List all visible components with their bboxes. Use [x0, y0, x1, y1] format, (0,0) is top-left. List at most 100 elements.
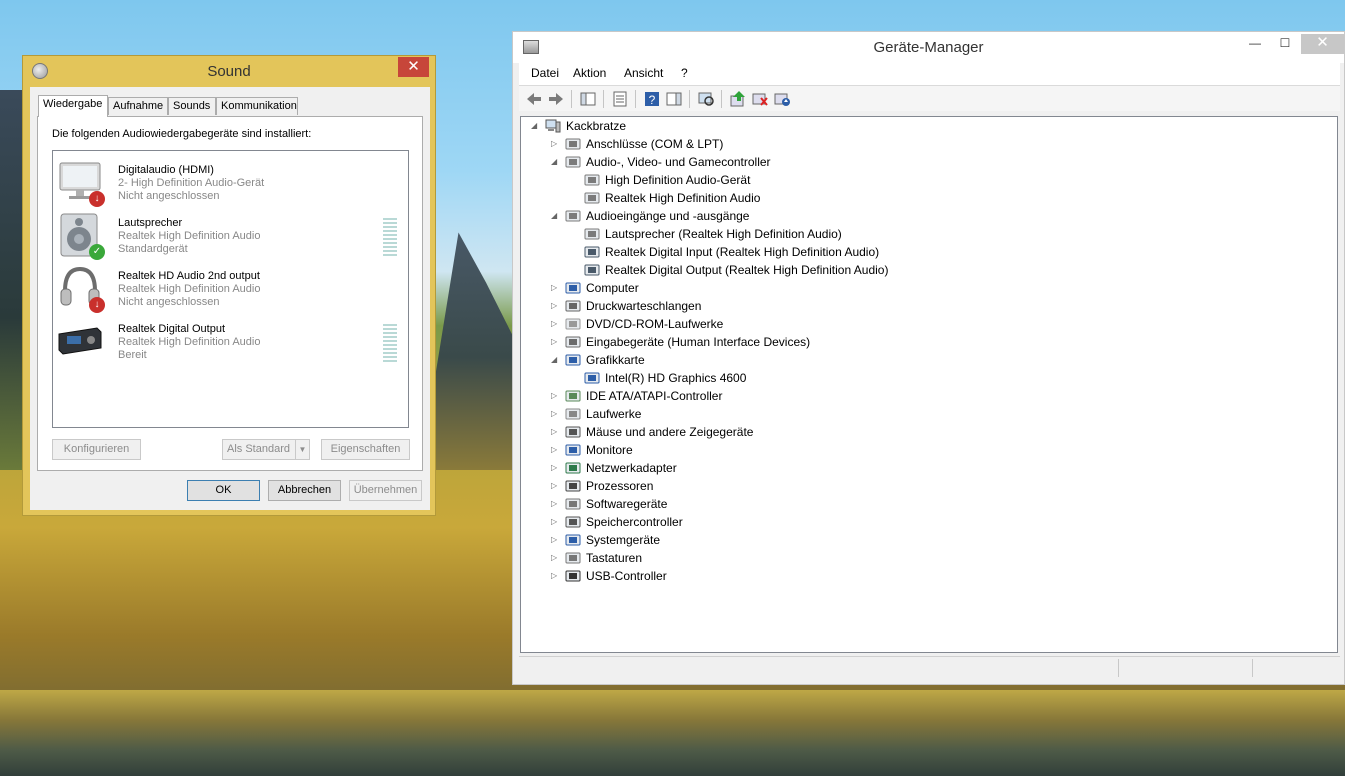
- apply-button[interactable]: Übernehmen: [349, 480, 422, 501]
- collapsed-arrow-icon[interactable]: ▷: [551, 531, 563, 549]
- properties-button[interactable]: Eigenschaften: [321, 439, 410, 460]
- devmgr-titlebar[interactable]: Geräte-Manager — ☐ ✕: [513, 32, 1344, 63]
- playback-panel: Die folgenden Audiowiedergabegeräte sind…: [37, 116, 423, 471]
- software-device-icon: [565, 497, 581, 511]
- collapsed-arrow-icon[interactable]: ▷: [551, 459, 563, 477]
- port-icon: [565, 137, 581, 151]
- set-default-button[interactable]: Als Standard ▼: [222, 439, 310, 460]
- help-icon[interactable]: ?: [643, 90, 661, 108]
- tree-node-label: Prozessoren: [586, 479, 654, 493]
- tree-node-label: DVD/CD-ROM-Laufwerke: [586, 317, 724, 331]
- disable-device-icon[interactable]: [751, 90, 769, 108]
- device-manager-window: Geräte-Manager — ☐ ✕ Datei Aktion Ansich…: [512, 31, 1345, 685]
- collapsed-arrow-icon[interactable]: ▷: [551, 279, 563, 297]
- scan-hardware-icon[interactable]: [697, 90, 715, 108]
- expanded-arrow-icon[interactable]: ◢: [551, 351, 563, 369]
- digital-output-icon: [57, 318, 103, 364]
- collapsed-arrow-icon[interactable]: ▷: [551, 405, 563, 423]
- sound-dialog: Sound ✕ Wiedergabe Aufnahme Sounds Kommu…: [22, 55, 436, 516]
- card-icon: [584, 263, 600, 277]
- tree-node-label: Systemgeräte: [586, 533, 661, 547]
- monitor-icon: ↓: [57, 159, 105, 207]
- update-driver-icon[interactable]: [729, 90, 747, 108]
- chevron-down-icon[interactable]: ▼: [295, 440, 309, 459]
- collapsed-arrow-icon[interactable]: ▷: [551, 315, 563, 333]
- tree-node-label: Laufwerke: [586, 407, 642, 421]
- expanded-arrow-icon[interactable]: ◢: [531, 117, 543, 135]
- toolbar-separator: [721, 90, 722, 108]
- device-driver: Realtek High Definition Audio: [118, 230, 261, 242]
- expanded-arrow-icon[interactable]: ◢: [551, 153, 563, 171]
- devmgr-close-button[interactable]: ✕: [1301, 34, 1344, 54]
- tree-node-label: Audio-, Video- und Gamecontroller: [586, 155, 771, 169]
- toolbar-separator: [635, 90, 636, 108]
- menu-bar: Datei Aktion Ansicht ?: [519, 63, 1340, 85]
- collapsed-arrow-icon[interactable]: ▷: [551, 135, 563, 153]
- device-name: Digitalaudio (HDMI): [118, 164, 214, 176]
- computer-icon: [565, 281, 581, 295]
- back-arrow-icon[interactable]: [525, 90, 543, 108]
- ok-button[interactable]: OK: [187, 480, 260, 501]
- device-list[interactable]: ↓ Digitalaudio (HDMI) 2- High Definition…: [52, 150, 409, 428]
- sound-titlebar[interactable]: Sound ✕: [23, 56, 435, 86]
- status-separator: [1252, 659, 1253, 677]
- collapsed-arrow-icon[interactable]: ▷: [551, 495, 563, 513]
- menu-aktion[interactable]: Aktion: [573, 66, 606, 80]
- device-driver: 2- High Definition Audio-Gerät: [118, 177, 265, 189]
- tree-node-label: High Definition Audio-Gerät: [605, 173, 751, 187]
- tab-aufnahme[interactable]: Aufnahme: [108, 97, 168, 115]
- device-tree[interactable]: ◢ Kackbratze ▷ Anschlüsse (COM & LPT) ◢ Aud…: [520, 116, 1338, 653]
- tree-node-label: Realtek Digital Output (Realtek High Def…: [605, 263, 889, 277]
- configure-button[interactable]: Konfigurieren: [52, 439, 141, 460]
- device-hdmi[interactable]: ↓ Digitalaudio (HDMI) 2- High Definition…: [55, 157, 405, 209]
- device-lautsprecher[interactable]: ✓ Lautsprecher Realtek High Definition A…: [55, 210, 405, 262]
- storage-controller-icon: [565, 515, 581, 529]
- speaker-icon: ✓: [57, 212, 105, 260]
- devmgr-title: Geräte-Manager: [873, 39, 984, 56]
- status-bar: [519, 656, 1340, 678]
- tree-node-label: Grafikkarte: [586, 353, 645, 367]
- card-icon: [584, 245, 600, 259]
- collapsed-arrow-icon[interactable]: ▷: [551, 297, 563, 315]
- tree-node-label: Audioeingänge und -ausgänge: [586, 209, 750, 223]
- speaker-icon: [584, 173, 600, 187]
- device-driver: Realtek High Definition Audio: [118, 283, 261, 295]
- device-digital-output[interactable]: Realtek Digital Output Realtek High Defi…: [55, 316, 405, 368]
- cancel-button[interactable]: Abbrechen: [268, 480, 341, 501]
- collapsed-arrow-icon[interactable]: ▷: [551, 567, 563, 585]
- toolbar-separator: [571, 90, 572, 108]
- toolbar-separator: [689, 90, 690, 108]
- uninstall-device-icon[interactable]: [773, 90, 791, 108]
- forward-arrow-icon[interactable]: [547, 90, 565, 108]
- device-name: Realtek Digital Output: [118, 323, 225, 335]
- minimize-button[interactable]: —: [1240, 34, 1270, 54]
- properties-sheet-icon[interactable]: [611, 90, 629, 108]
- collapsed-arrow-icon[interactable]: ▷: [551, 513, 563, 531]
- collapsed-arrow-icon[interactable]: ▷: [551, 549, 563, 567]
- menu-help[interactable]: ?: [681, 66, 688, 80]
- tab-wiedergabe[interactable]: Wiedergabe: [38, 95, 108, 117]
- tree-node-label: Realtek High Definition Audio: [605, 191, 761, 205]
- tree-node-label: Intel(R) HD Graphics 4600: [605, 371, 747, 385]
- collapsed-arrow-icon[interactable]: ▷: [551, 441, 563, 459]
- sound-close-button[interactable]: ✕: [398, 57, 429, 77]
- collapsed-arrow-icon[interactable]: ▷: [551, 477, 563, 495]
- tab-kommunikation[interactable]: Kommunikation: [216, 97, 298, 115]
- tree-node-label: USB-Controller: [586, 569, 667, 583]
- collapsed-arrow-icon[interactable]: ▷: [551, 423, 563, 441]
- expanded-arrow-icon[interactable]: ◢: [551, 207, 563, 225]
- device-hd-audio-2nd-output[interactable]: ↓ Realtek HD Audio 2nd output Realtek Hi…: [55, 263, 405, 315]
- tab-sounds[interactable]: Sounds: [168, 97, 216, 115]
- console-tree-icon[interactable]: [579, 90, 597, 108]
- dvd-drive-icon: [565, 317, 581, 331]
- system-device-icon: [565, 533, 581, 547]
- collapsed-arrow-icon[interactable]: ▷: [551, 387, 563, 405]
- keyboard-icon: [565, 551, 581, 565]
- tree-node-label: Speichercontroller: [586, 515, 683, 529]
- maximize-button[interactable]: ☐: [1270, 34, 1300, 54]
- action-pane-icon[interactable]: [665, 90, 683, 108]
- collapsed-arrow-icon[interactable]: ▷: [551, 333, 563, 351]
- menu-ansicht[interactable]: Ansicht: [624, 66, 663, 80]
- menu-datei[interactable]: Datei: [531, 66, 559, 80]
- monitor-icon: [565, 443, 581, 457]
